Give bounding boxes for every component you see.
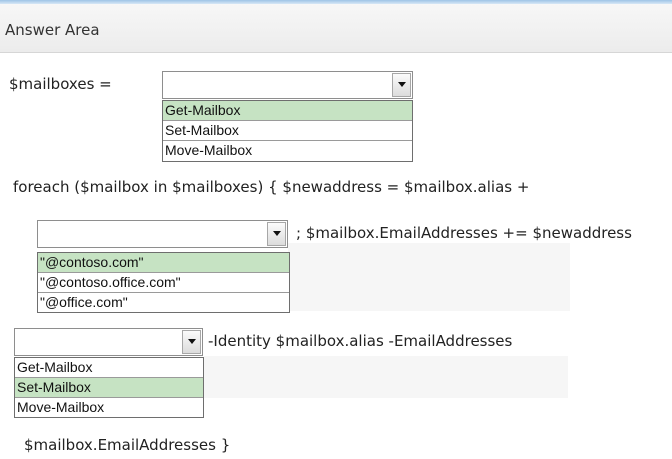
option-get-mailbox[interactable]: Get-Mailbox [163,101,412,121]
option-contoso-com[interactable]: "@contoso.com" [38,253,289,273]
option-move-mailbox[interactable]: Move-Mailbox [163,141,412,161]
cmdlet-select-2[interactable] [14,328,203,356]
option-set-mailbox[interactable]: Set-Mailbox [15,378,203,398]
domain-list: "@contoso.com" "@contoso.office.com" "@o… [37,252,290,313]
option-office-com[interactable]: "@office.com" [38,293,289,313]
answer-area-header: Answer Area [0,4,672,53]
background-shade [288,243,570,311]
option-set-mailbox[interactable]: Set-Mailbox [163,121,412,141]
chevron-down-icon[interactable] [267,222,286,246]
option-get-mailbox[interactable]: Get-Mailbox [15,358,203,378]
cmdlet-list-1: Get-Mailbox Set-Mailbox Move-Mailbox [162,100,413,162]
code-closing-line: $mailbox.EmailAddresses } [24,436,231,454]
code-identity-params: -Identity $mailbox.alias -EmailAddresses [208,332,513,350]
code-mailboxes-assign: $mailboxes = [9,75,112,93]
domain-select[interactable] [37,220,288,248]
chevron-down-icon[interactable] [392,73,411,97]
code-foreach-line: foreach ($mailbox in $mailboxes) { $newa… [13,178,530,196]
cmdlet-select-1[interactable] [162,71,413,99]
option-move-mailbox[interactable]: Move-Mailbox [15,398,203,418]
header-title: Answer Area [5,21,100,39]
chevron-down-icon[interactable] [182,330,201,354]
background-shade [204,356,568,398]
option-contoso-office-com[interactable]: "@contoso.office.com" [38,273,289,293]
cmdlet-list-2: Get-Mailbox Set-Mailbox Move-Mailbox [14,357,204,418]
code-email-addresses-append: ; $mailbox.EmailAddresses += $newaddress [296,224,632,242]
